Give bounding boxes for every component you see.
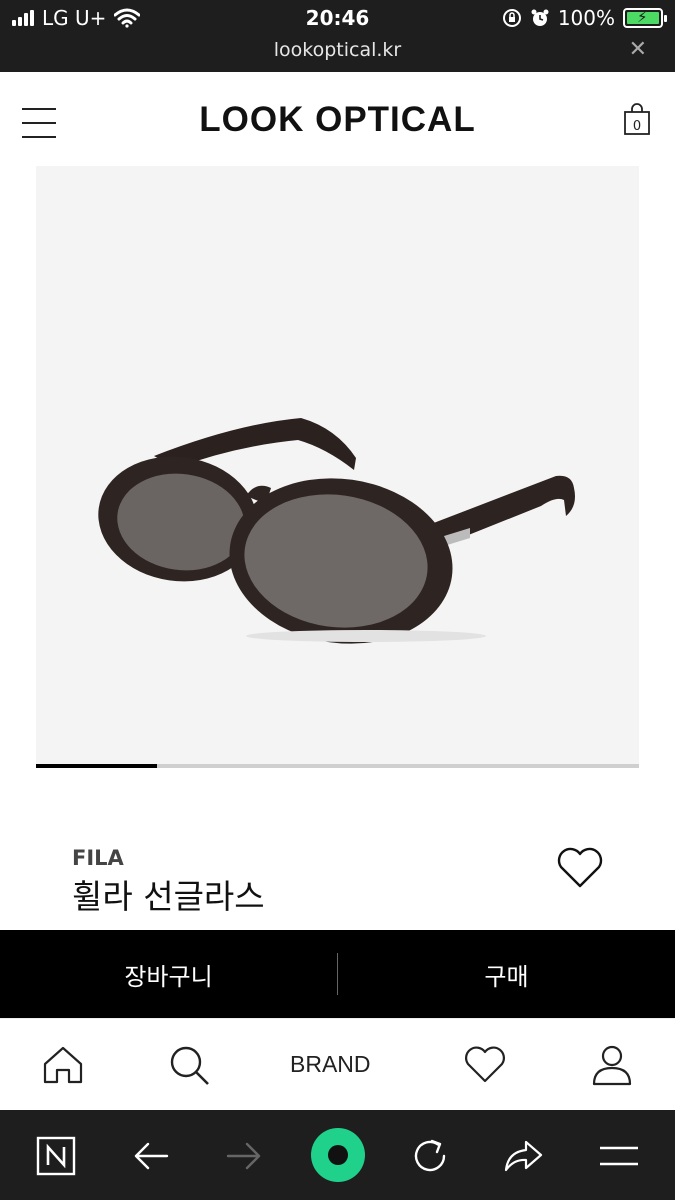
image-carousel-progress-fill bbox=[36, 764, 157, 768]
menu-icon[interactable] bbox=[598, 1136, 640, 1176]
site-logo[interactable]: LOOK OPTICAL bbox=[0, 100, 675, 140]
back-icon[interactable] bbox=[131, 1136, 171, 1176]
close-icon[interactable]: ✕ bbox=[629, 37, 647, 62]
image-carousel-progress bbox=[36, 764, 639, 768]
product-image[interactable] bbox=[36, 166, 639, 764]
wishlist-heart-icon[interactable] bbox=[555, 846, 605, 890]
url-bar[interactable]: lookoptical.kr bbox=[0, 39, 675, 61]
buy-button[interactable]: 구매 bbox=[338, 957, 675, 992]
site-header: LOOK OPTICAL 0 bbox=[0, 72, 675, 168]
status-icons: 100% ⚡ bbox=[502, 6, 667, 30]
forward-icon[interactable] bbox=[224, 1136, 264, 1176]
green-dot-icon[interactable] bbox=[309, 1126, 367, 1184]
sunglasses-image bbox=[98, 418, 575, 644]
status-bar: LG U+ 20:46 100% ⚡ lookoptical.kr ✕ bbox=[0, 0, 675, 72]
naver-icon[interactable] bbox=[36, 1136, 76, 1176]
heart-icon[interactable] bbox=[463, 1043, 507, 1087]
share-icon[interactable] bbox=[502, 1136, 544, 1176]
battery-icon: ⚡ bbox=[623, 8, 667, 28]
refresh-icon[interactable] bbox=[410, 1136, 450, 1176]
add-to-cart-button[interactable]: 장바구니 bbox=[0, 957, 337, 992]
browser-toolbar bbox=[0, 1110, 675, 1200]
bottom-nav: BRAND bbox=[0, 1018, 675, 1110]
home-icon[interactable] bbox=[42, 1043, 84, 1087]
battery-label: 100% bbox=[557, 6, 615, 30]
user-icon[interactable] bbox=[592, 1043, 632, 1087]
product-name: 휠라 선글라스 bbox=[72, 877, 265, 916]
rotation-lock-icon bbox=[502, 9, 521, 27]
alarm-icon bbox=[531, 9, 549, 26]
purchase-action-bar: 장바구니 구매 bbox=[0, 930, 675, 1018]
nav-brand[interactable]: BRAND bbox=[290, 1051, 371, 1078]
product-brand[interactable]: FILA bbox=[72, 846, 124, 870]
cart-count: 0 bbox=[633, 119, 641, 134]
search-icon[interactable] bbox=[168, 1043, 210, 1087]
cart-icon[interactable]: 0 bbox=[623, 102, 651, 136]
